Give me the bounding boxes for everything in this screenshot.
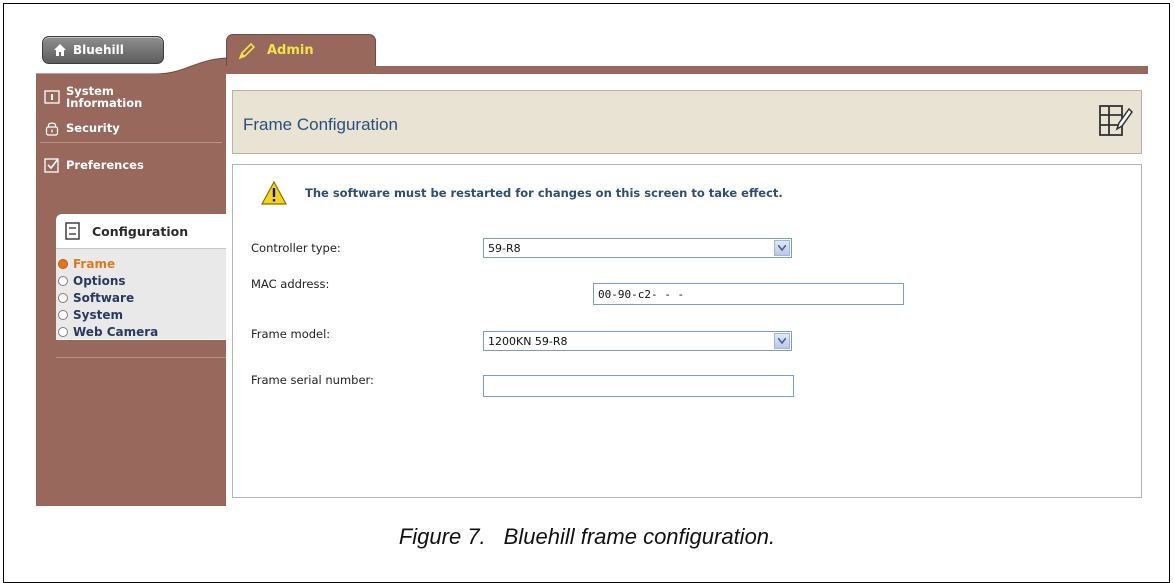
sidebar-item-label: Security [66,121,120,135]
subitem-label: System [73,307,123,322]
frame-serial-label: Frame serial number: [251,373,374,387]
checkbox-icon [44,158,59,173]
radio-icon [58,326,68,337]
figure-number: Figure 7. [398,524,486,549]
chevron-down-icon[interactable] [774,240,790,256]
warning-icon [261,181,287,205]
subitem-label: Frame [73,256,116,271]
sidebar-item-configuration[interactable]: Configuration [56,214,226,248]
page-title: Frame Configuration [243,115,398,134]
admin-tab-strip [226,66,1148,74]
configuration-icon [65,222,80,240]
sidebar-item-preferences[interactable]: Preferences [36,147,226,183]
bluehill-app-window: Bluehill Admin System Information Securi… [36,34,1148,506]
mac-address-label: MAC address: [251,277,330,291]
frame-model-label: Frame model: [251,327,331,341]
radio-icon [58,309,68,320]
subitem-options[interactable]: Options [56,272,226,289]
sidebar-divider [56,357,226,358]
sidebar-item-security[interactable]: Security [36,114,226,142]
frame-edit-icon [1099,105,1133,136]
figure-caption-text: Bluehill frame configuration. [503,524,776,549]
configuration-form: The software must be restarted for chang… [232,164,1142,498]
radio-icon [58,292,68,303]
radio-selected-icon [58,258,68,269]
info-icon [44,90,60,104]
frame-model-value: 1200KN 59-R8 [488,334,568,348]
subitem-system[interactable]: System [56,306,226,323]
mac-address-value: 00-90-c2- - - [598,287,685,301]
home-icon [54,44,66,56]
subitem-label: Software [73,290,135,305]
configuration-subitems: Frame Options Software System Web Camera [56,248,226,339]
subitem-label: Options [73,273,126,288]
figure-caption: Figure 7. Bluehill frame configuration. [0,524,1174,550]
sidebar-divider [40,142,222,143]
restart-warning: The software must be restarted for chang… [261,181,783,205]
tab-bluehill-home[interactable]: Bluehill [42,36,164,64]
radio-icon [58,275,68,286]
pencil-icon [238,42,256,59]
frame-model-select[interactable]: 1200KN 59-R8 [483,331,792,351]
sidebar-item-label: Preferences [66,158,144,172]
controller-type-select[interactable]: 59-R8 [483,238,792,258]
controller-type-value: 59-R8 [488,241,521,255]
sidebar: System Information Security Preferences [36,74,226,506]
subitem-software[interactable]: Software [56,289,226,306]
title-bar: Frame Configuration [232,90,1142,154]
subitem-web-camera[interactable]: Web Camera [56,323,226,340]
tab-admin[interactable]: Admin [226,34,376,66]
configuration-label: Configuration [92,223,189,239]
tab-admin-label: Admin [267,43,314,58]
sidebar-item-label: Information [66,96,143,110]
chevron-down-icon[interactable] [774,333,790,349]
main-panel: Frame Configuration The software must be… [226,74,1148,506]
controller-type-label: Controller type: [251,241,341,255]
subitem-frame[interactable]: Frame [56,255,226,272]
subitem-label: Web Camera [73,324,159,339]
mac-address-input[interactable]: 00-90-c2- - - [593,283,904,305]
warning-text: The software must be restarted for chang… [305,186,783,200]
lock-icon [45,122,59,136]
sidebar-item-system-information[interactable]: System Information [36,74,226,114]
configuration-panel: Configuration Frame Options Software Sys… [56,214,226,340]
frame-serial-input[interactable] [483,375,794,397]
tab-home-label: Bluehill [73,43,124,57]
